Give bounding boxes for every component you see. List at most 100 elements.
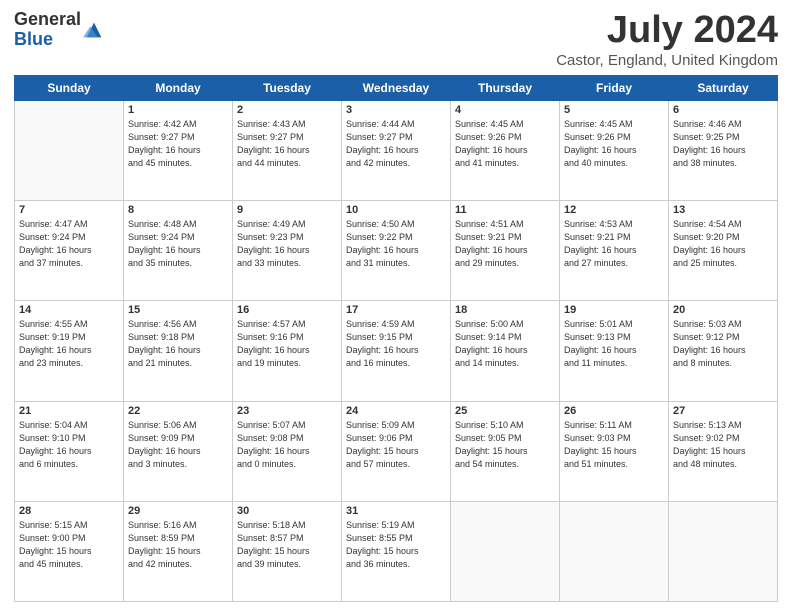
- day-info: Sunrise: 4:57 AM Sunset: 9:16 PM Dayligh…: [237, 318, 337, 370]
- day-number: 13: [673, 204, 773, 216]
- day-of-week-header: Thursday: [451, 75, 560, 100]
- day-number: 18: [455, 304, 555, 316]
- day-of-week-header: Wednesday: [342, 75, 451, 100]
- day-number: 16: [237, 304, 337, 316]
- calendar-cell: 11 Sunrise: 4:51 AM Sunset: 9:21 PM Dayli…: [451, 201, 560, 301]
- day-info: Sunrise: 5:03 AM Sunset: 9:12 PM Dayligh…: [673, 318, 773, 370]
- calendar-cell: [15, 100, 124, 200]
- day-number: 24: [346, 405, 446, 417]
- day-info: Sunrise: 4:51 AM Sunset: 9:21 PM Dayligh…: [455, 218, 555, 270]
- calendar-cell: 13 Sunrise: 4:54 AM Sunset: 9:20 PM Dayli…: [669, 201, 778, 301]
- day-number: 30: [237, 505, 337, 517]
- calendar-cell: 24 Sunrise: 5:09 AM Sunset: 9:06 PM Dayli…: [342, 401, 451, 501]
- day-info: Sunrise: 5:06 AM Sunset: 9:09 PM Dayligh…: [128, 419, 228, 471]
- day-number: 20: [673, 304, 773, 316]
- day-number: 27: [673, 405, 773, 417]
- day-number: 25: [455, 405, 555, 417]
- day-number: 28: [19, 505, 119, 517]
- calendar-cell: [669, 501, 778, 601]
- day-number: 23: [237, 405, 337, 417]
- logo-blue: Blue: [14, 30, 81, 50]
- calendar-week-row: 7 Sunrise: 4:47 AM Sunset: 9:24 PM Daylig…: [15, 201, 778, 301]
- calendar-cell: [560, 501, 669, 601]
- logo-general: General: [14, 10, 81, 30]
- day-info: Sunrise: 4:45 AM Sunset: 9:26 PM Dayligh…: [455, 118, 555, 170]
- calendar-cell: 26 Sunrise: 5:11 AM Sunset: 9:03 PM Dayli…: [560, 401, 669, 501]
- day-number: 22: [128, 405, 228, 417]
- day-number: 31: [346, 505, 446, 517]
- day-info: Sunrise: 4:43 AM Sunset: 9:27 PM Dayligh…: [237, 118, 337, 170]
- day-info: Sunrise: 5:19 AM Sunset: 8:55 PM Dayligh…: [346, 519, 446, 571]
- day-info: Sunrise: 4:42 AM Sunset: 9:27 PM Dayligh…: [128, 118, 228, 170]
- day-number: 9: [237, 204, 337, 216]
- day-info: Sunrise: 5:00 AM Sunset: 9:14 PM Dayligh…: [455, 318, 555, 370]
- day-number: 1: [128, 104, 228, 116]
- calendar-cell: 7 Sunrise: 4:47 AM Sunset: 9:24 PM Daylig…: [15, 201, 124, 301]
- day-info: Sunrise: 5:07 AM Sunset: 9:08 PM Dayligh…: [237, 419, 337, 471]
- day-of-week-header: Tuesday: [233, 75, 342, 100]
- day-info: Sunrise: 4:50 AM Sunset: 9:22 PM Dayligh…: [346, 218, 446, 270]
- logo-icon: [83, 19, 105, 41]
- header: General Blue July 2024 Castor, England, …: [14, 10, 778, 69]
- logo: General Blue: [14, 10, 105, 50]
- calendar-cell: 6 Sunrise: 4:46 AM Sunset: 9:25 PM Daylig…: [669, 100, 778, 200]
- day-number: 26: [564, 405, 664, 417]
- day-of-week-header: Monday: [124, 75, 233, 100]
- calendar-cell: 9Sunrise: 4:49 AM Sunset: 9:23 PM Daylig…: [233, 201, 342, 301]
- calendar-cell: 31 Sunrise: 5:19 AM Sunset: 8:55 PM Dayli…: [342, 501, 451, 601]
- day-info: Sunrise: 4:45 AM Sunset: 9:26 PM Dayligh…: [564, 118, 664, 170]
- day-info: Sunrise: 4:46 AM Sunset: 9:25 PM Dayligh…: [673, 118, 773, 170]
- calendar-week-row: 14Sunrise: 4:55 AM Sunset: 9:19 PM Dayli…: [15, 301, 778, 401]
- day-info: Sunrise: 5:09 AM Sunset: 9:06 PM Dayligh…: [346, 419, 446, 471]
- calendar-cell: 17 Sunrise: 4:59 AM Sunset: 9:15 PM Dayli…: [342, 301, 451, 401]
- day-number: 21: [19, 405, 119, 417]
- day-info: Sunrise: 5:18 AM Sunset: 8:57 PM Dayligh…: [237, 519, 337, 571]
- calendar-cell: 1 Sunrise: 4:42 AM Sunset: 9:27 PM Daylig…: [124, 100, 233, 200]
- day-number: 15: [128, 304, 228, 316]
- day-info: Sunrise: 5:10 AM Sunset: 9:05 PM Dayligh…: [455, 419, 555, 471]
- calendar-cell: 30 Sunrise: 5:18 AM Sunset: 8:57 PM Dayli…: [233, 501, 342, 601]
- calendar-cell: 29Sunrise: 5:16 AM Sunset: 8:59 PM Dayli…: [124, 501, 233, 601]
- day-info: Sunrise: 4:56 AM Sunset: 9:18 PM Dayligh…: [128, 318, 228, 370]
- day-info: Sunrise: 5:01 AM Sunset: 9:13 PM Dayligh…: [564, 318, 664, 370]
- day-info: Sunrise: 4:54 AM Sunset: 9:20 PM Dayligh…: [673, 218, 773, 270]
- day-number: 3: [346, 104, 446, 116]
- day-info: Sunrise: 4:53 AM Sunset: 9:21 PM Dayligh…: [564, 218, 664, 270]
- calendar-cell: 15 Sunrise: 4:56 AM Sunset: 9:18 PM Dayli…: [124, 301, 233, 401]
- day-number: 12: [564, 204, 664, 216]
- calendar-cell: 28 Sunrise: 5:15 AM Sunset: 9:00 PM Dayli…: [15, 501, 124, 601]
- location: Castor, England, United Kingdom: [556, 52, 778, 69]
- calendar-cell: 12 Sunrise: 4:53 AM Sunset: 9:21 PM Dayli…: [560, 201, 669, 301]
- calendar-table: SundayMondayTuesdayWednesdayThursdayFrid…: [14, 75, 778, 602]
- calendar-cell: [451, 501, 560, 601]
- calendar-header-row: SundayMondayTuesdayWednesdayThursdayFrid…: [15, 75, 778, 100]
- calendar-cell: 4Sunrise: 4:45 AM Sunset: 9:26 PM Daylig…: [451, 100, 560, 200]
- calendar-cell: 21 Sunrise: 5:04 AM Sunset: 9:10 PM Dayli…: [15, 401, 124, 501]
- day-info: Sunrise: 4:59 AM Sunset: 9:15 PM Dayligh…: [346, 318, 446, 370]
- calendar-week-row: 28 Sunrise: 5:15 AM Sunset: 9:00 PM Dayli…: [15, 501, 778, 601]
- day-number: 11: [455, 204, 555, 216]
- day-number: 2: [237, 104, 337, 116]
- calendar-cell: 14Sunrise: 4:55 AM Sunset: 9:19 PM Dayli…: [15, 301, 124, 401]
- day-info: Sunrise: 5:04 AM Sunset: 9:10 PM Dayligh…: [19, 419, 119, 471]
- calendar-cell: 23 Sunrise: 5:07 AM Sunset: 9:08 PM Dayli…: [233, 401, 342, 501]
- day-info: Sunrise: 4:47 AM Sunset: 9:24 PM Dayligh…: [19, 218, 119, 270]
- day-number: 7: [19, 204, 119, 216]
- calendar-cell: 8Sunrise: 4:48 AM Sunset: 9:24 PM Daylig…: [124, 201, 233, 301]
- day-info: Sunrise: 5:11 AM Sunset: 9:03 PM Dayligh…: [564, 419, 664, 471]
- day-of-week-header: Sunday: [15, 75, 124, 100]
- calendar-cell: 20 Sunrise: 5:03 AM Sunset: 9:12 PM Dayli…: [669, 301, 778, 401]
- day-number: 19: [564, 304, 664, 316]
- day-number: 17: [346, 304, 446, 316]
- day-number: 6: [673, 104, 773, 116]
- calendar-cell: 3Sunrise: 4:44 AM Sunset: 9:27 PM Daylig…: [342, 100, 451, 200]
- day-info: Sunrise: 5:15 AM Sunset: 9:00 PM Dayligh…: [19, 519, 119, 571]
- day-number: 5: [564, 104, 664, 116]
- day-of-week-header: Saturday: [669, 75, 778, 100]
- month-title: July 2024: [556, 10, 778, 52]
- page: General Blue July 2024 Castor, England, …: [0, 0, 792, 612]
- calendar-cell: 10Sunrise: 4:50 AM Sunset: 9:22 PM Dayli…: [342, 201, 451, 301]
- calendar-cell: 22 Sunrise: 5:06 AM Sunset: 9:09 PM Dayli…: [124, 401, 233, 501]
- day-info: Sunrise: 4:55 AM Sunset: 9:19 PM Dayligh…: [19, 318, 119, 370]
- calendar-cell: 25 Sunrise: 5:10 AM Sunset: 9:05 PM Dayli…: [451, 401, 560, 501]
